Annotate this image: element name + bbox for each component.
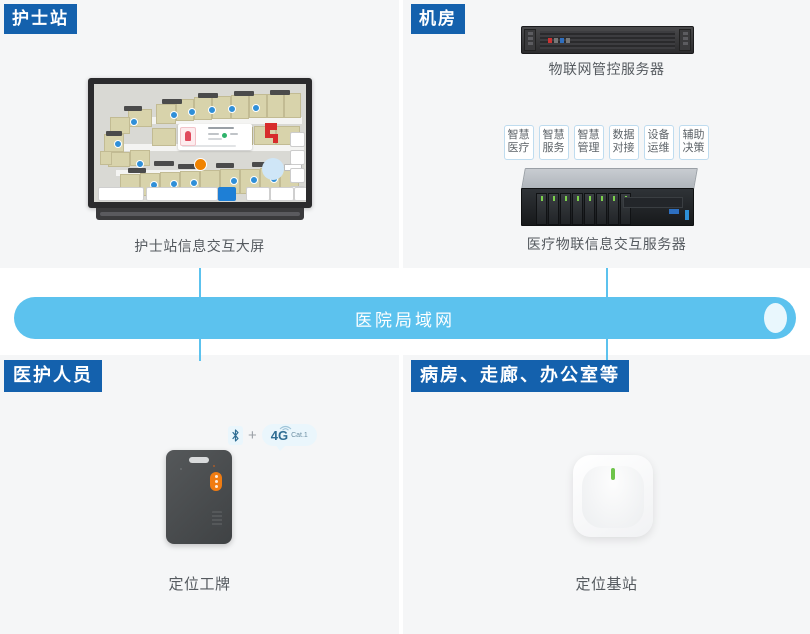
plus-icon: +: [248, 426, 257, 444]
badge-speaker-grille: [212, 511, 222, 527]
feature-tag-smart-management: 智慧 管理: [573, 125, 604, 160]
base-station-led: [611, 468, 615, 480]
display-stand: [96, 208, 304, 220]
cellular-badge: 4G Cat.1: [261, 424, 317, 451]
feature-line-2: 对接: [612, 142, 635, 154]
caption-iot-management-server: 物联网管控服务器: [548, 61, 665, 77]
feature-line-2: 医疗: [507, 142, 530, 154]
feature-line-1: 智慧: [507, 129, 530, 141]
feature-line-1: 辅助: [682, 129, 705, 141]
server-vga-port: [669, 209, 679, 214]
feature-line-1: 设备: [647, 129, 670, 141]
feature-line-1: 数据: [612, 129, 635, 141]
server-drive-bays: [536, 193, 631, 225]
feature-line-2: 决策: [682, 142, 705, 154]
map-layer-button[interactable]: [290, 132, 305, 147]
caption-positioning-base-station: 定位基站: [575, 576, 638, 593]
iot-management-server: [521, 26, 694, 54]
section-tag-rooms: 病房、走廊、办公室等: [411, 360, 629, 392]
feature-line-1: 智慧: [577, 129, 600, 141]
toolbar-more-button[interactable]: [294, 187, 306, 201]
map-toolbar[interactable]: [98, 187, 306, 201]
feature-tag-row: 智慧 医疗 智慧 服务 智慧 管理 数据 对接 设备 运维 辅助 决策: [498, 125, 714, 160]
diagram-canvas: 护士站 机房 医护人员 病房、走廊、办公室等 护士站信息交互大屏 物联网管控服务…: [0, 0, 810, 634]
map-alert-pin: [194, 158, 207, 171]
badge-connectivity-group: + 4G Cat.1: [228, 418, 328, 452]
feature-line-1: 智慧: [542, 129, 565, 141]
server-chassis-front: [521, 188, 694, 226]
nurse-station-display: [88, 78, 312, 208]
map-patient-avatar: [180, 127, 196, 146]
caption-positioning-badge: 定位工牌: [168, 576, 231, 593]
badge-lanyard-slot: [189, 457, 209, 463]
connector-medical-staff: [199, 339, 201, 361]
map-zoom-in-button[interactable]: [290, 150, 305, 165]
map-zoom-out-button[interactable]: [290, 168, 305, 183]
section-tag-equipment-room: 机房: [411, 4, 465, 34]
server-power-indicator: [685, 210, 689, 220]
feature-line-2: 运维: [647, 142, 670, 154]
server-chassis-top: [521, 168, 698, 190]
feature-line-2: 服务: [542, 142, 565, 154]
toolbar-search-field[interactable]: [146, 187, 218, 201]
connector-rooms: [606, 339, 608, 361]
badge-led-left: [180, 468, 182, 470]
server-optical-bay: [623, 197, 683, 208]
feature-line-2: 管理: [577, 142, 600, 154]
feature-tag-decision-support: 辅助 决策: [678, 125, 709, 160]
map-route-marker: [265, 123, 278, 143]
section-tag-medical-staff: 医护人员: [4, 360, 102, 392]
badge-sos-button[interactable]: [210, 472, 222, 491]
toolbar-filter-one[interactable]: [246, 187, 270, 201]
hospital-lan-label: 医院局域网: [355, 310, 455, 330]
caption-nurse-station-display: 护士站信息交互大屏: [134, 238, 265, 254]
positioning-badge-device: [166, 450, 232, 544]
caption-medical-iot-server: 医疗物联信息交互服务器: [526, 236, 687, 252]
feature-tag-smart-medical: 智慧 医疗: [503, 125, 534, 160]
lan-endpoint-knob: [764, 303, 787, 333]
rack-ear-right: [679, 29, 691, 51]
toolbar-filter-two[interactable]: [270, 187, 294, 201]
badge-led-right: [213, 465, 215, 467]
map-radius-overlay: [262, 158, 284, 180]
positioning-base-station-device: [573, 455, 653, 537]
toolbar-floor-select[interactable]: [98, 187, 144, 201]
section-tag-nurse-station: 护士站: [4, 4, 77, 34]
toolbar-search-button[interactable]: [218, 187, 236, 201]
connector-nurse-station: [199, 268, 201, 298]
feature-tag-device-ops: 设备 运维: [643, 125, 674, 160]
cellular-category-label: Cat.1: [291, 431, 308, 439]
hospital-floor-map: [94, 84, 306, 202]
display-screen: [94, 84, 306, 202]
feature-tag-smart-service: 智慧 服务: [538, 125, 569, 160]
rack-ear-left: [524, 29, 536, 51]
feature-tag-data-integration: 数据 对接: [608, 125, 639, 160]
signal-icon: [279, 425, 292, 431]
server-status-leds: [548, 38, 570, 43]
connector-equipment-room: [606, 268, 608, 298]
hospital-lan-bar: 医院局域网: [14, 297, 796, 339]
bluetooth-icon: [228, 425, 243, 445]
medical-iot-server: [521, 168, 698, 226]
